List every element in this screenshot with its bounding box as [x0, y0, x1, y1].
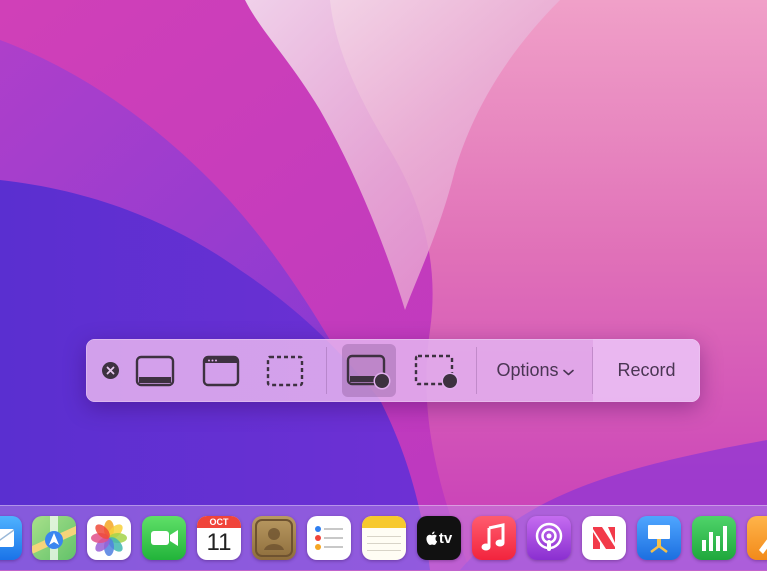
dock: OCT 11 tv [0, 505, 767, 571]
options-button[interactable]: Options [478, 339, 592, 402]
capture-window-icon [202, 355, 240, 386]
dock-music-app[interactable] [472, 516, 516, 560]
dock-tv-app[interactable]: tv [417, 516, 461, 560]
close-button[interactable] [98, 339, 122, 402]
dock-pages-app[interactable] [747, 516, 767, 560]
dock-reminders-app[interactable] [307, 516, 351, 560]
keynote-icon [648, 525, 670, 553]
dock-keynote-app[interactable] [637, 516, 681, 560]
calendar-month: OCT [197, 516, 241, 528]
record-entire-screen-icon [346, 354, 391, 389]
capture-selection-icon [266, 355, 304, 386]
record-button[interactable]: Record [593, 339, 700, 402]
dock-numbers-app[interactable] [692, 516, 736, 560]
dock-contacts-app[interactable] [252, 516, 296, 560]
capture-window-button[interactable] [198, 339, 244, 402]
numbers-chart-icon [702, 526, 727, 551]
contacts-icon [255, 519, 293, 557]
dock-photos-app[interactable] [87, 516, 131, 560]
toolbar-divider [326, 347, 327, 394]
dock-news-app[interactable] [582, 516, 626, 560]
record-label: Record [617, 360, 676, 380]
reminders-icon [315, 526, 343, 550]
capture-selection-button[interactable] [262, 339, 308, 402]
calendar-day: 11 [206, 529, 232, 556]
capture-entire-screen-button[interactable] [132, 339, 178, 402]
news-icon [593, 527, 615, 549]
notes-icon [362, 516, 406, 551]
capture-entire-screen-icon [135, 355, 175, 386]
tv-label: tv [438, 529, 453, 547]
mail-icon [0, 529, 15, 547]
apple-logo-icon [426, 531, 437, 545]
facetime-icon [151, 530, 178, 546]
screenshot-toolbar: Options Record [86, 339, 700, 402]
record-selection-button[interactable] [410, 339, 464, 402]
podcasts-icon [535, 522, 563, 551]
desktop-wallpaper [0, 0, 767, 570]
record-selection-icon [414, 354, 459, 389]
options-label: Options [496, 360, 559, 380]
dock-podcasts-app[interactable] [527, 516, 571, 560]
pages-icon [759, 539, 767, 554]
dock-facetime-app[interactable] [142, 516, 186, 560]
dock-maps-app[interactable] [32, 516, 76, 560]
photos-icon [91, 520, 127, 556]
toolbar-divider [476, 347, 477, 394]
dock-mail-app[interactable] [0, 516, 22, 560]
maps-icon [32, 516, 76, 560]
record-entire-screen-button[interactable] [342, 344, 396, 397]
chevron-down-icon [562, 369, 574, 375]
dock-notes-app[interactable] [362, 516, 406, 560]
music-note-icon [481, 523, 505, 551]
dock-calendar-app[interactable]: OCT 11 [197, 516, 241, 560]
close-icon [101, 362, 119, 379]
